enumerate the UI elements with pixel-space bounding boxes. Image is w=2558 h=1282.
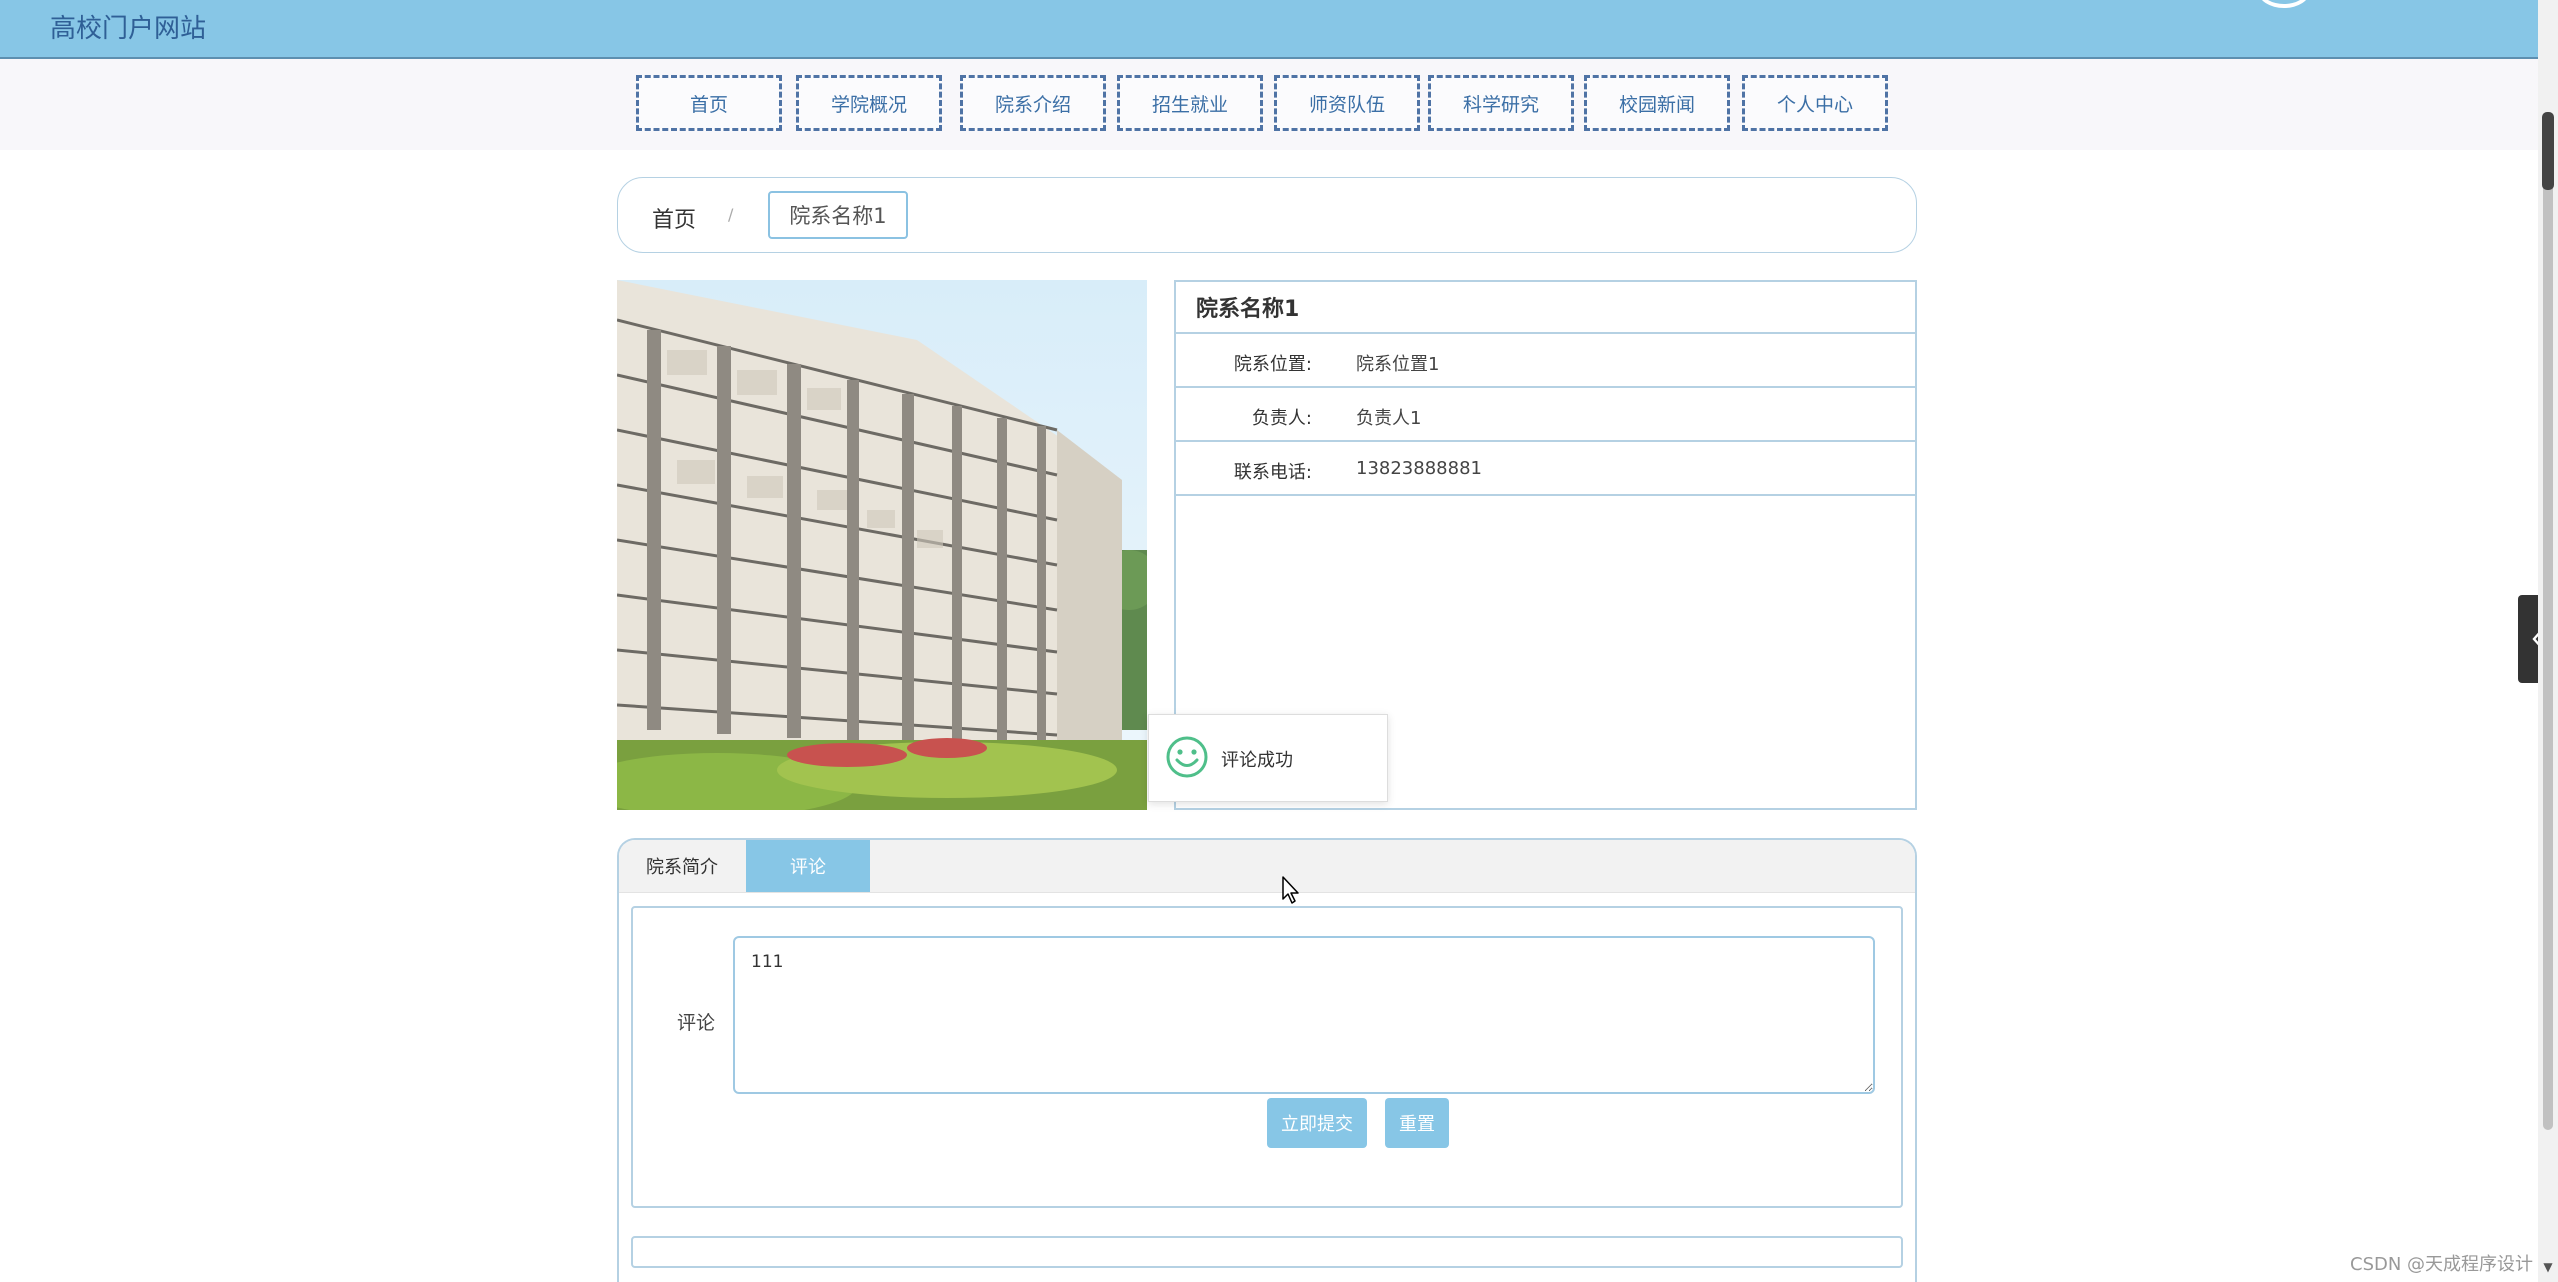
comment-list-box <box>631 1236 1903 1268</box>
tab-comment[interactable]: 评论 <box>746 840 870 892</box>
tab-department-intro[interactable]: 院系简介 <box>619 840 745 892</box>
phone-label: 联系电话: <box>1233 462 1312 483</box>
submit-button[interactable]: 立即提交 <box>1267 1098 1367 1148</box>
comment-label: 评论 <box>677 1012 716 1034</box>
breadcrumb-current: 院系名称1 <box>768 191 908 239</box>
nav-item-campus-news[interactable]: 校园新闻 <box>1584 75 1730 131</box>
toast-message: 评论成功 <box>1221 750 1293 771</box>
user-avatar[interactable] <box>2258 0 2310 8</box>
location-label: 院系位置: <box>1233 354 1312 375</box>
success-toast: 评论成功 <box>1148 714 1388 802</box>
site-title[interactable]: 高校门户网站 <box>50 8 206 45</box>
department-photo <box>617 280 1147 810</box>
nav-item-research[interactable]: 科学研究 <box>1428 75 1574 131</box>
manager-value: 负责人1 <box>1356 408 1422 429</box>
mouse-cursor-icon <box>1282 876 1299 904</box>
breadcrumb-separator: / <box>728 205 734 224</box>
nav-item-faculty[interactable]: 师资队伍 <box>1274 75 1420 131</box>
tab-panel: 院系简介 评论 评论 111 立即提交 重置 <box>617 838 1917 1282</box>
info-row-phone: 联系电话: 13823888881 <box>1176 442 1915 496</box>
csdn-watermark: CSDN @天成程序设计 <box>2350 1254 2534 1275</box>
comment-textarea[interactable]: 111 <box>733 936 1875 1094</box>
info-row-location: 院系位置: 院系位置1 <box>1176 334 1915 388</box>
reset-button[interactable]: 重置 <box>1385 1098 1449 1148</box>
location-value: 院系位置1 <box>1356 354 1440 375</box>
page-scrollbar[interactable]: ▼ <box>2538 0 2558 1282</box>
scroll-down-arrow-icon[interactable]: ▼ <box>2538 1260 2558 1274</box>
nav-item-personal-center[interactable]: 个人中心 <box>1742 75 1888 131</box>
comment-form: 评论 111 立即提交 重置 <box>631 906 1903 1208</box>
breadcrumb: 首页 / 院系名称1 <box>617 177 1917 253</box>
scrollbar-thumb-highlight <box>2542 112 2554 190</box>
phone-value: 13823888881 <box>1356 458 1482 479</box>
nav-item-home[interactable]: 首页 <box>636 75 782 131</box>
main-nav: 首页 学院概况 院系介绍 招生就业 师资队伍 科学研究 校园新闻 个人中心 <box>0 59 2538 150</box>
department-name: 院系名称1 <box>1176 282 1915 334</box>
nav-item-college-overview[interactable]: 学院概况 <box>796 75 942 131</box>
nav-item-department-intro[interactable]: 院系介绍 <box>960 75 1106 131</box>
tab-bar: 院系简介 评论 <box>619 840 1915 893</box>
nav-item-admissions-employment[interactable]: 招生就业 <box>1117 75 1263 131</box>
breadcrumb-home-link[interactable]: 首页 <box>652 202 696 234</box>
scrollbar-thumb[interactable] <box>2543 112 2553 1130</box>
manager-label: 负责人: <box>1251 408 1312 429</box>
smiley-icon <box>1166 736 1208 778</box>
top-header-bar: 高校门户网站 <box>0 0 2538 59</box>
info-row-manager: 负责人: 负责人1 <box>1176 388 1915 442</box>
